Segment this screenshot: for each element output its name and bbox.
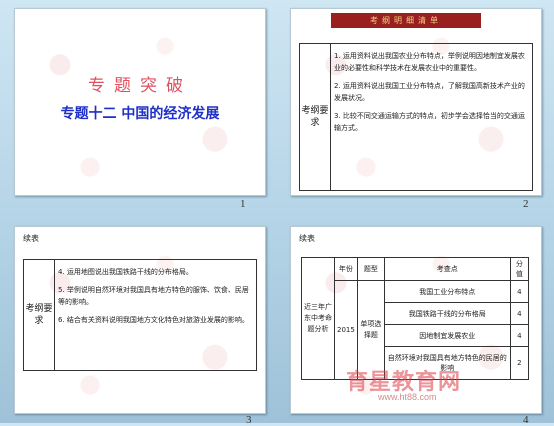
- requirements-list: 1. 运用资料说出我国农业分布特点，举例说明因地制宜发展农业的必要性和科学技术在…: [334, 48, 528, 140]
- header-type: 题型: [356, 257, 385, 281]
- table-cell-point: 我国铁路干线的分布格局: [383, 302, 511, 325]
- requirements-box: 考纲要求 4. 运用地图说出我国铁路干线的分布格局。 5. 举例说明自然环境对我…: [23, 259, 257, 371]
- list-item: 1. 运用资料说出我国农业分布特点，举例说明因地制宜发展农业的必要性和科学技术在…: [334, 52, 525, 72]
- table-cell-score: 4: [509, 324, 530, 347]
- slide-thumbnail-1[interactable]: 专题突破 专题十二 中国的经济发展: [14, 8, 266, 196]
- watermark-url: www.ht88.com: [378, 392, 437, 402]
- slide-subtitle: 专题十二 中国的经济发展: [60, 106, 220, 122]
- slide-title: 专题突破: [88, 76, 192, 96]
- exam-analysis-table: 近三年广东中考命题分析 年份 题型 考查点 分值 2015 单项选择题 我国工业…: [301, 257, 530, 380]
- table-cell-score: 4: [509, 280, 530, 303]
- table-cell-score: 4: [509, 302, 530, 325]
- section-label: 续表: [299, 234, 315, 243]
- list-item: 4. 运用地图说出我国铁路干线的分布格局。: [58, 268, 193, 276]
- slide-number-2: 2: [523, 198, 529, 210]
- requirements-list: 4. 运用地图说出我国铁路干线的分布格局。 5. 举例说明自然环境对我国具有地方…: [58, 264, 252, 332]
- list-item: 3. 比较不同交通运输方式的特点，初步学会选择恰当的交通运输方式。: [334, 112, 525, 132]
- side-label: 近三年广东中考命题分析: [301, 257, 335, 380]
- slide-thumbnail-3[interactable]: 续表 考纲要求 4. 运用地图说出我国铁路干线的分布格局。 5. 举例说明自然环…: [14, 226, 266, 414]
- slide-number-4: 4: [523, 414, 529, 426]
- slide-number-3: 3: [246, 414, 252, 426]
- table-cell-score: 2: [509, 346, 530, 380]
- requirements-label: 考纲要求: [24, 260, 55, 370]
- requirements-box: 考纲要求 1. 运用资料说出我国农业分布特点，举例说明因地制宜发展农业的必要性和…: [299, 43, 533, 191]
- list-item: 5. 举例说明自然环境对我国具有地方特色的服饰、饮食、民居等的影响。: [58, 286, 249, 306]
- requirements-label: 考纲要求: [300, 44, 331, 190]
- section-label: 续表: [23, 234, 39, 243]
- table-cell-point: 因地制宜发展农业: [383, 324, 511, 347]
- slide-header-banner: 考纲明细清单: [331, 13, 481, 28]
- list-item: 6. 结合有关资料说明我国地方文化特色对旅游业发展的影响。: [58, 316, 249, 324]
- header-year: 年份: [334, 257, 358, 281]
- header-score: 分值: [509, 257, 530, 281]
- header-point: 考查点: [383, 257, 511, 281]
- table-cell-point: 我国工业分布特点: [383, 280, 511, 303]
- list-item: 2. 运用资料说出我国工业分布特点，了解我国高新技术产业的发展状况。: [334, 82, 525, 102]
- slide-number-1: 1: [240, 198, 246, 210]
- slide-thumbnail-2[interactable]: 考纲明细清单 考纲要求 1. 运用资料说出我国农业分布特点，举例说明因地制宜发展…: [290, 8, 542, 196]
